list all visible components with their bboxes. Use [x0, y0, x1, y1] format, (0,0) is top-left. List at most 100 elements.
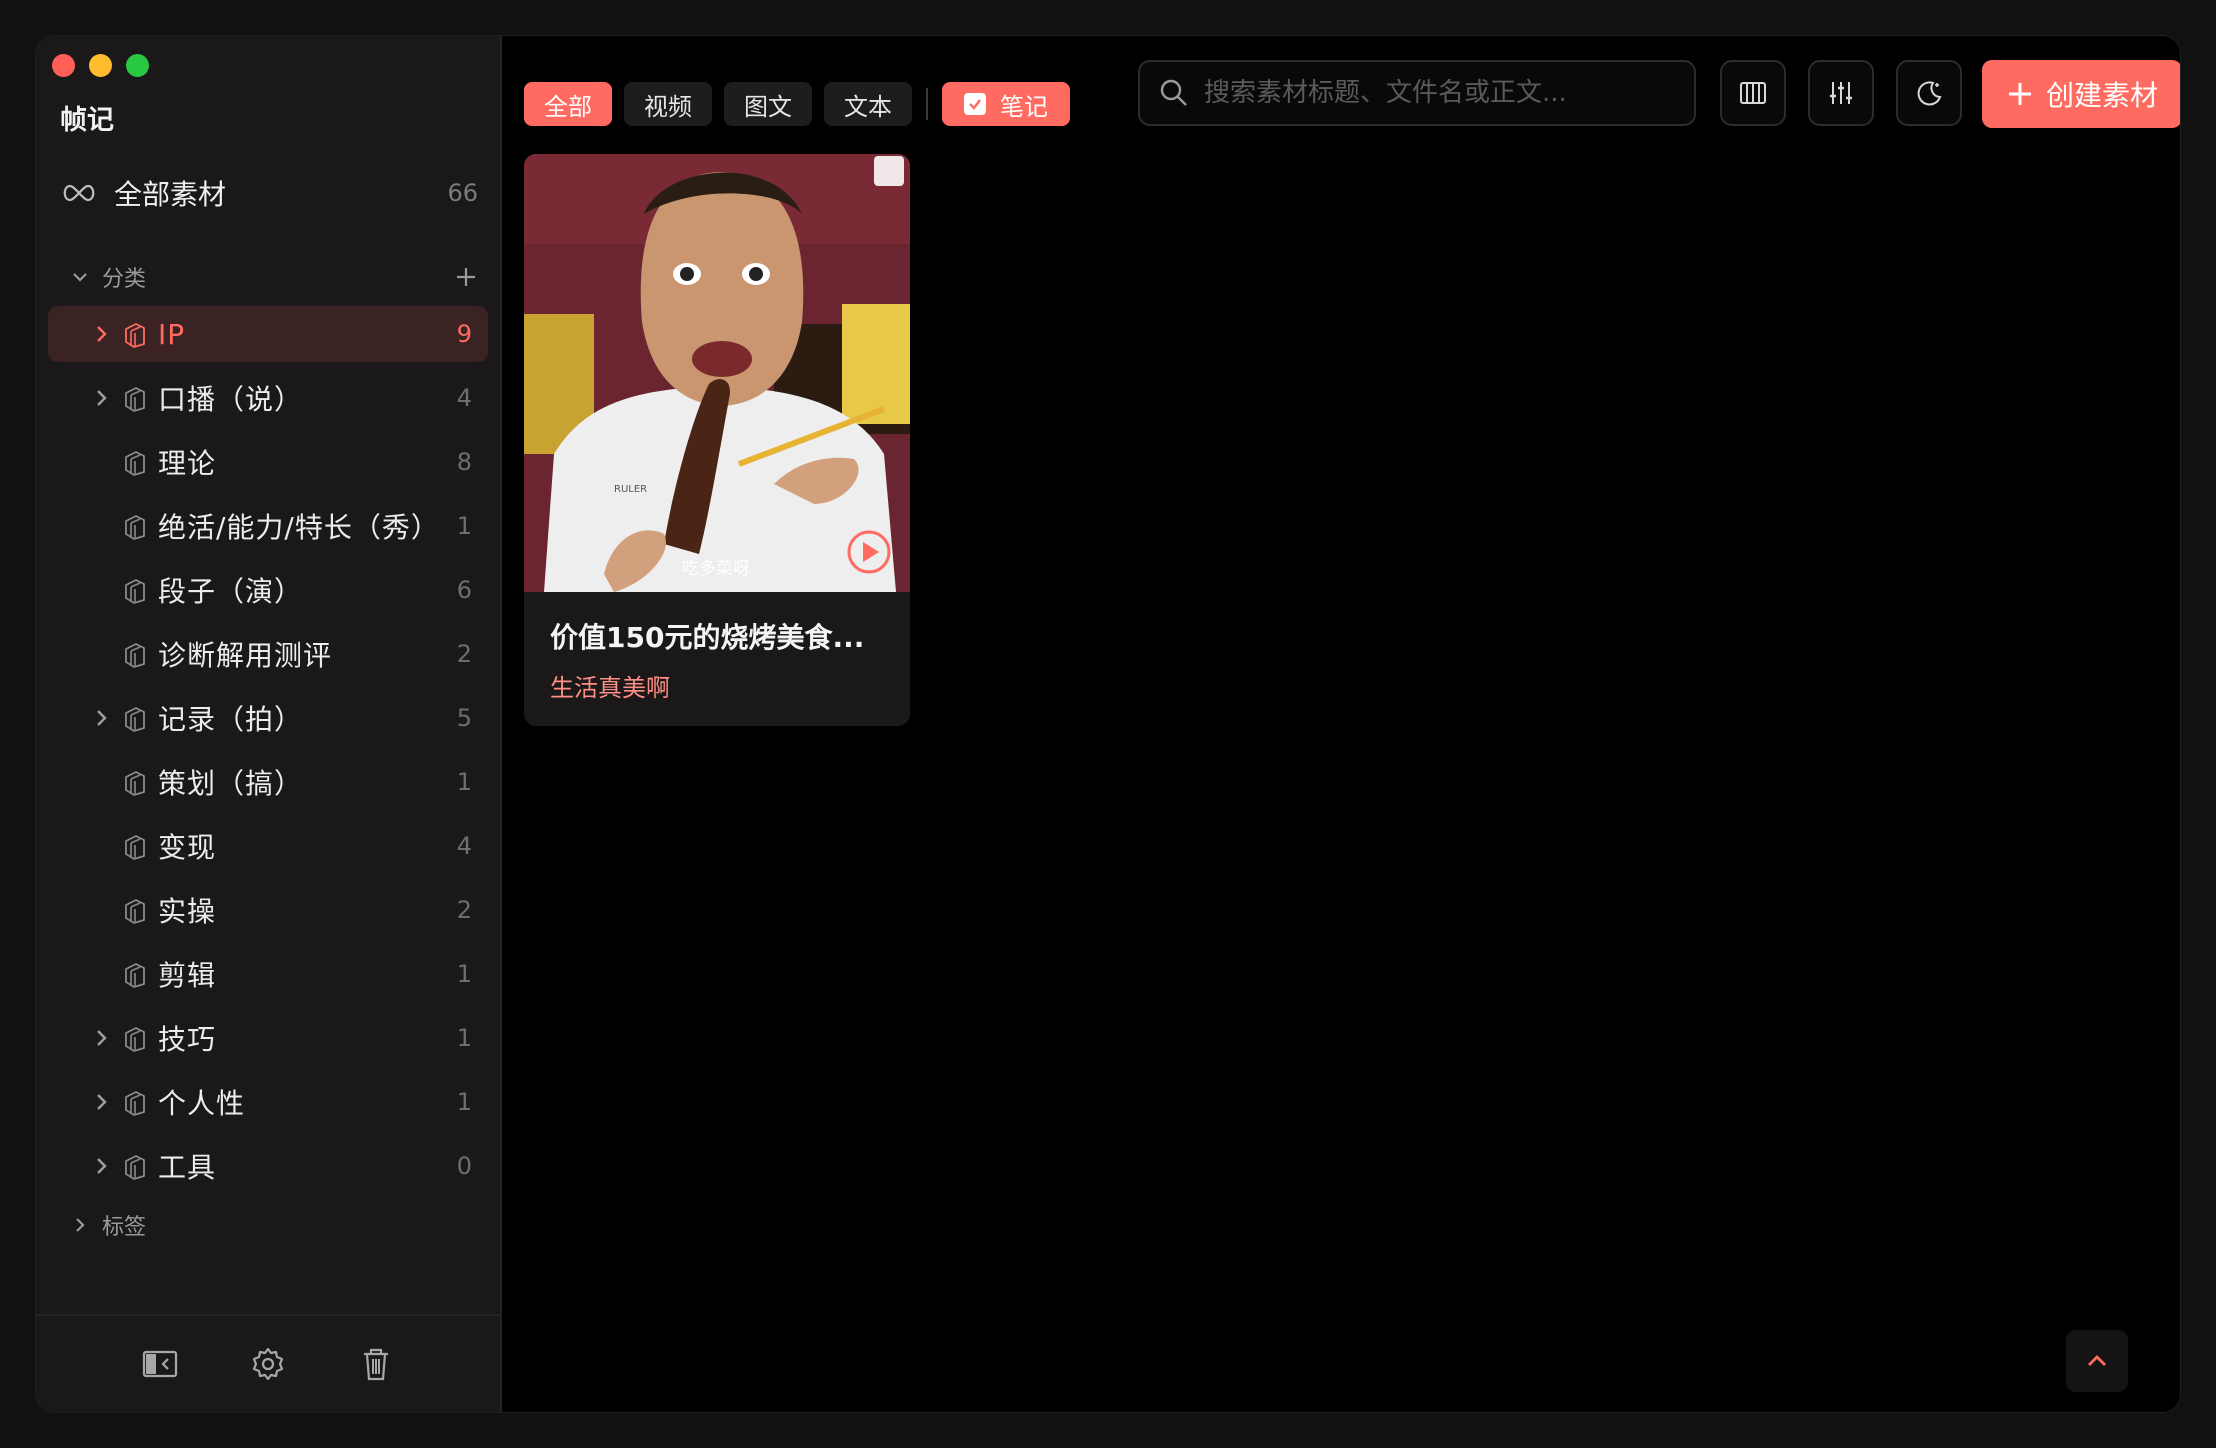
- sidebar-category-item[interactable]: 策划（搞） 1: [48, 754, 488, 810]
- card-category: 生活真美啊: [550, 674, 670, 702]
- category-count: 0: [456, 1152, 472, 1180]
- add-category-icon[interactable]: [454, 265, 478, 289]
- folder-icon: [125, 451, 145, 476]
- folder-icon: [125, 707, 145, 732]
- folder-icon: [125, 771, 145, 796]
- card-title: 价值150元的烧烤美食...: [550, 621, 865, 654]
- type-filter-bar: 全部 视频 图文 文本 笔记: [524, 82, 1070, 126]
- category-count: 8: [456, 448, 472, 476]
- category-label: 技巧: [158, 1023, 217, 1056]
- sidebar-category-item[interactable]: IP 9: [48, 306, 488, 362]
- all-materials-count: 66: [447, 179, 478, 207]
- folder-icon: [125, 643, 145, 668]
- column-layout-button[interactable]: [1720, 60, 1786, 126]
- create-material-label: 创建素材: [2045, 79, 2158, 112]
- trash-icon[interactable]: [356, 1344, 396, 1384]
- category-list: IP 9 口播（说） 4 理论 8 绝活/能力/特长（秀） 1 段子（演） 6 诊断解用测评 2 记录（…: [48, 306, 488, 1202]
- filter-text-button[interactable]: 文本: [824, 82, 912, 126]
- folder-icon: [125, 1027, 145, 1052]
- category-label: 个人性: [158, 1087, 246, 1120]
- category-count: 1: [456, 1088, 472, 1116]
- category-label: 段子（演）: [158, 575, 304, 608]
- columns-icon: [1740, 82, 1766, 104]
- infinity-icon: [63, 184, 95, 202]
- sidebar-category-item[interactable]: 个人性 1: [48, 1074, 488, 1130]
- sidebar-category-item[interactable]: 段子（演） 6: [48, 562, 488, 618]
- chevron-right-icon[interactable]: [90, 323, 112, 345]
- folder-icon: [125, 515, 145, 540]
- search-box: [1138, 60, 1696, 126]
- category-count: 4: [456, 384, 472, 412]
- folder-icon: [125, 1091, 145, 1116]
- all-materials-label: 全部素材: [114, 178, 227, 211]
- category-count: 1: [456, 960, 472, 988]
- tag-section-label: 标签: [102, 1215, 147, 1240]
- sidebar-category-item[interactable]: 理论 8: [48, 434, 488, 490]
- category-count: 4: [456, 832, 472, 860]
- category-section-header[interactable]: 分类: [58, 254, 494, 300]
- chevron-down-icon: [73, 273, 87, 282]
- gear-icon[interactable]: [248, 1344, 288, 1384]
- sidebar-category-item[interactable]: 剪辑 1: [48, 946, 488, 1002]
- collapse-sidebar-icon[interactable]: [140, 1344, 180, 1384]
- app-title: 帧记: [60, 105, 114, 136]
- sidebar-category-item[interactable]: 技巧 1: [48, 1010, 488, 1066]
- search-icon: [1160, 79, 1187, 106]
- category-count: 2: [456, 640, 472, 668]
- main-content: 全部 视频 图文 文本 笔记 搜索素材标题、文件名或正文... 创建素材 吃多菜…: [502, 36, 2180, 1412]
- sidebar-category-item[interactable]: 绝活/能力/特长（秀） 1: [48, 498, 488, 554]
- category-label: IP: [158, 317, 186, 351]
- chevron-right-icon: [76, 1218, 85, 1232]
- sidebar-category-item[interactable]: 工具 0: [48, 1138, 488, 1194]
- chevron-right-icon[interactable]: [90, 1091, 112, 1113]
- folder-icon: [125, 579, 145, 604]
- close-window-button[interactable]: [52, 54, 75, 77]
- chevron-right-icon[interactable]: [90, 1155, 112, 1177]
- create-material-button[interactable]: 创建素材: [1982, 60, 2180, 128]
- chevron-up-icon: [2088, 1355, 2106, 1366]
- category-label: 工具: [158, 1151, 217, 1184]
- sidebar-category-item[interactable]: 变现 4: [48, 818, 488, 874]
- folder-icon: [125, 835, 145, 860]
- sidebar-category-item[interactable]: 诊断解用测评 2: [48, 626, 488, 682]
- folder-icon: [125, 899, 145, 924]
- folder-icon: [125, 963, 145, 988]
- zoom-window-button[interactable]: [126, 54, 149, 77]
- video-thumbnail: 吃多菜呀 RULER: [524, 154, 910, 592]
- filter-all-button[interactable]: 全部: [524, 82, 612, 126]
- folder-icon: [125, 1155, 145, 1180]
- category-label: 策划（搞）: [158, 767, 304, 800]
- sidebar-category-item[interactable]: 口播（说） 4: [48, 370, 488, 426]
- tag-section-header[interactable]: 标签: [58, 1202, 494, 1248]
- filter-note-toggle[interactable]: 笔记: [942, 82, 1070, 126]
- category-count: 2: [456, 896, 472, 924]
- sliders-icon: [1830, 82, 1852, 104]
- window-controls: [52, 54, 149, 77]
- category-label: 变现: [158, 831, 217, 864]
- filter-note-label: 笔记: [1000, 92, 1048, 121]
- filter-video-button[interactable]: 视频: [624, 82, 712, 126]
- minimize-window-button[interactable]: [89, 54, 112, 77]
- sidebar: 帧记 全部素材 66 分类 IP 9 口播（说） 4 理论 8 绝活/能力/特长（秀） 1 段子…: [36, 36, 502, 1412]
- all-materials-item[interactable]: 全部素材 66: [58, 164, 494, 222]
- chevron-right-icon[interactable]: [90, 707, 112, 729]
- app-window: 帧记 全部素材 66 分类 IP 9 口播（说） 4 理论 8 绝活/能力/特长（秀） 1 段子…: [36, 36, 2180, 1412]
- scroll-to-top-button[interactable]: [2066, 1330, 2128, 1392]
- chevron-right-icon[interactable]: [90, 387, 112, 409]
- category-count: 1: [456, 768, 472, 796]
- search-input[interactable]: [1202, 61, 1694, 125]
- material-card[interactable]: 吃多菜呀 RULER 价值150元的烧烤美食... 生活真美啊: [524, 154, 910, 726]
- filter-settings-button[interactable]: [1808, 60, 1874, 126]
- sidebar-category-item[interactable]: 记录（拍） 5: [48, 690, 488, 746]
- category-label: 记录（拍）: [158, 703, 304, 736]
- moon-icon: [1917, 81, 1942, 106]
- checkbox-checked-icon: [964, 93, 986, 115]
- chevron-right-icon[interactable]: [90, 1027, 112, 1049]
- category-count: 9: [456, 320, 472, 348]
- shirt-print-text: RULER: [614, 484, 647, 495]
- filter-image-text-button[interactable]: 图文: [724, 82, 812, 126]
- sidebar-footer: [36, 1314, 500, 1412]
- sidebar-category-item[interactable]: 实操 2: [48, 882, 488, 938]
- category-label: 口播（说）: [158, 383, 304, 416]
- theme-toggle-button[interactable]: [1896, 60, 1962, 126]
